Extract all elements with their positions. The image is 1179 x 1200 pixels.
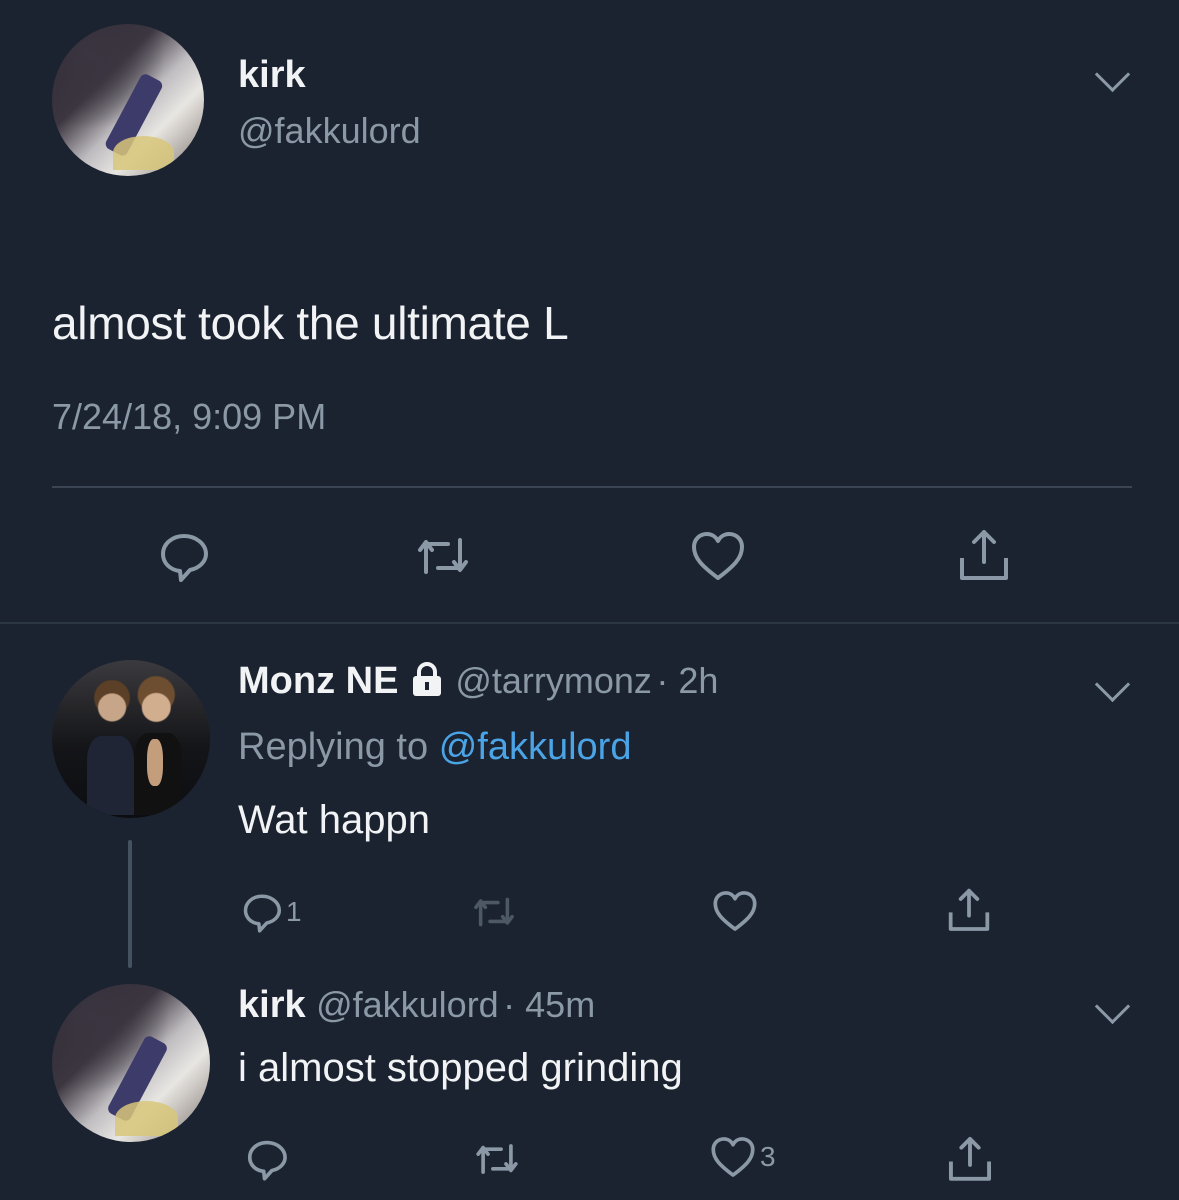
reply-author-name[interactable]: kirk xyxy=(238,984,306,1026)
divider xyxy=(52,486,1132,488)
replying-to: Replying to @fakkulord xyxy=(238,726,631,769)
reply-header: kirk @fakkulord · 45m xyxy=(238,984,595,1027)
retweet-icon[interactable] xyxy=(470,1136,524,1182)
reply-icon[interactable] xyxy=(156,528,212,584)
reply-icon[interactable]: 1 xyxy=(240,890,302,934)
author-avatar[interactable] xyxy=(52,24,204,176)
lock-icon xyxy=(409,661,445,702)
tweet-text: almost took the ultimate L xyxy=(52,297,569,349)
separator-dot: · xyxy=(503,984,526,1025)
share-icon[interactable] xyxy=(944,884,994,934)
reply-text: i almost stopped grinding xyxy=(238,1046,683,1090)
share-icon[interactable] xyxy=(954,524,1014,584)
retweet-icon-disabled xyxy=(468,890,520,934)
reply-avatar[interactable] xyxy=(52,984,210,1142)
like-icon[interactable]: 3 xyxy=(708,1134,776,1180)
chevron-down-icon[interactable] xyxy=(1094,666,1131,703)
reply-author-name[interactable]: Monz NE xyxy=(238,660,398,702)
tweet-timestamp[interactable]: 7/24/18, 9:09 PM xyxy=(52,396,326,438)
replying-to-handle[interactable]: @fakkulord xyxy=(439,726,632,768)
reply-header: Monz NE @tarrymonz · 2h xyxy=(238,660,718,703)
chevron-down-icon[interactable] xyxy=(1094,56,1131,93)
reply-count: 1 xyxy=(286,896,302,927)
like-icon[interactable] xyxy=(688,528,748,584)
reply-time[interactable]: 45m xyxy=(525,984,595,1025)
author-handle[interactable]: @fakkulord xyxy=(238,110,421,152)
author-name[interactable]: kirk xyxy=(238,54,306,97)
separator-dot: · xyxy=(656,660,679,701)
like-count: 3 xyxy=(760,1141,776,1172)
retweet-icon[interactable] xyxy=(410,528,476,584)
reply-author-handle[interactable]: @fakkulord xyxy=(316,984,499,1025)
reply-text: Wat happn xyxy=(238,798,430,842)
replying-label: Replying to xyxy=(238,726,429,768)
reply-time[interactable]: 2h xyxy=(678,660,718,701)
share-icon[interactable] xyxy=(944,1132,996,1184)
thread-line xyxy=(128,840,132,968)
reply-author-handle[interactable]: @tarrymonz xyxy=(455,660,652,701)
chevron-down-icon[interactable] xyxy=(1094,988,1131,1025)
section-divider xyxy=(0,622,1179,624)
reply-icon[interactable] xyxy=(244,1136,290,1182)
like-icon[interactable] xyxy=(710,888,760,934)
reply-avatar[interactable] xyxy=(52,660,210,818)
